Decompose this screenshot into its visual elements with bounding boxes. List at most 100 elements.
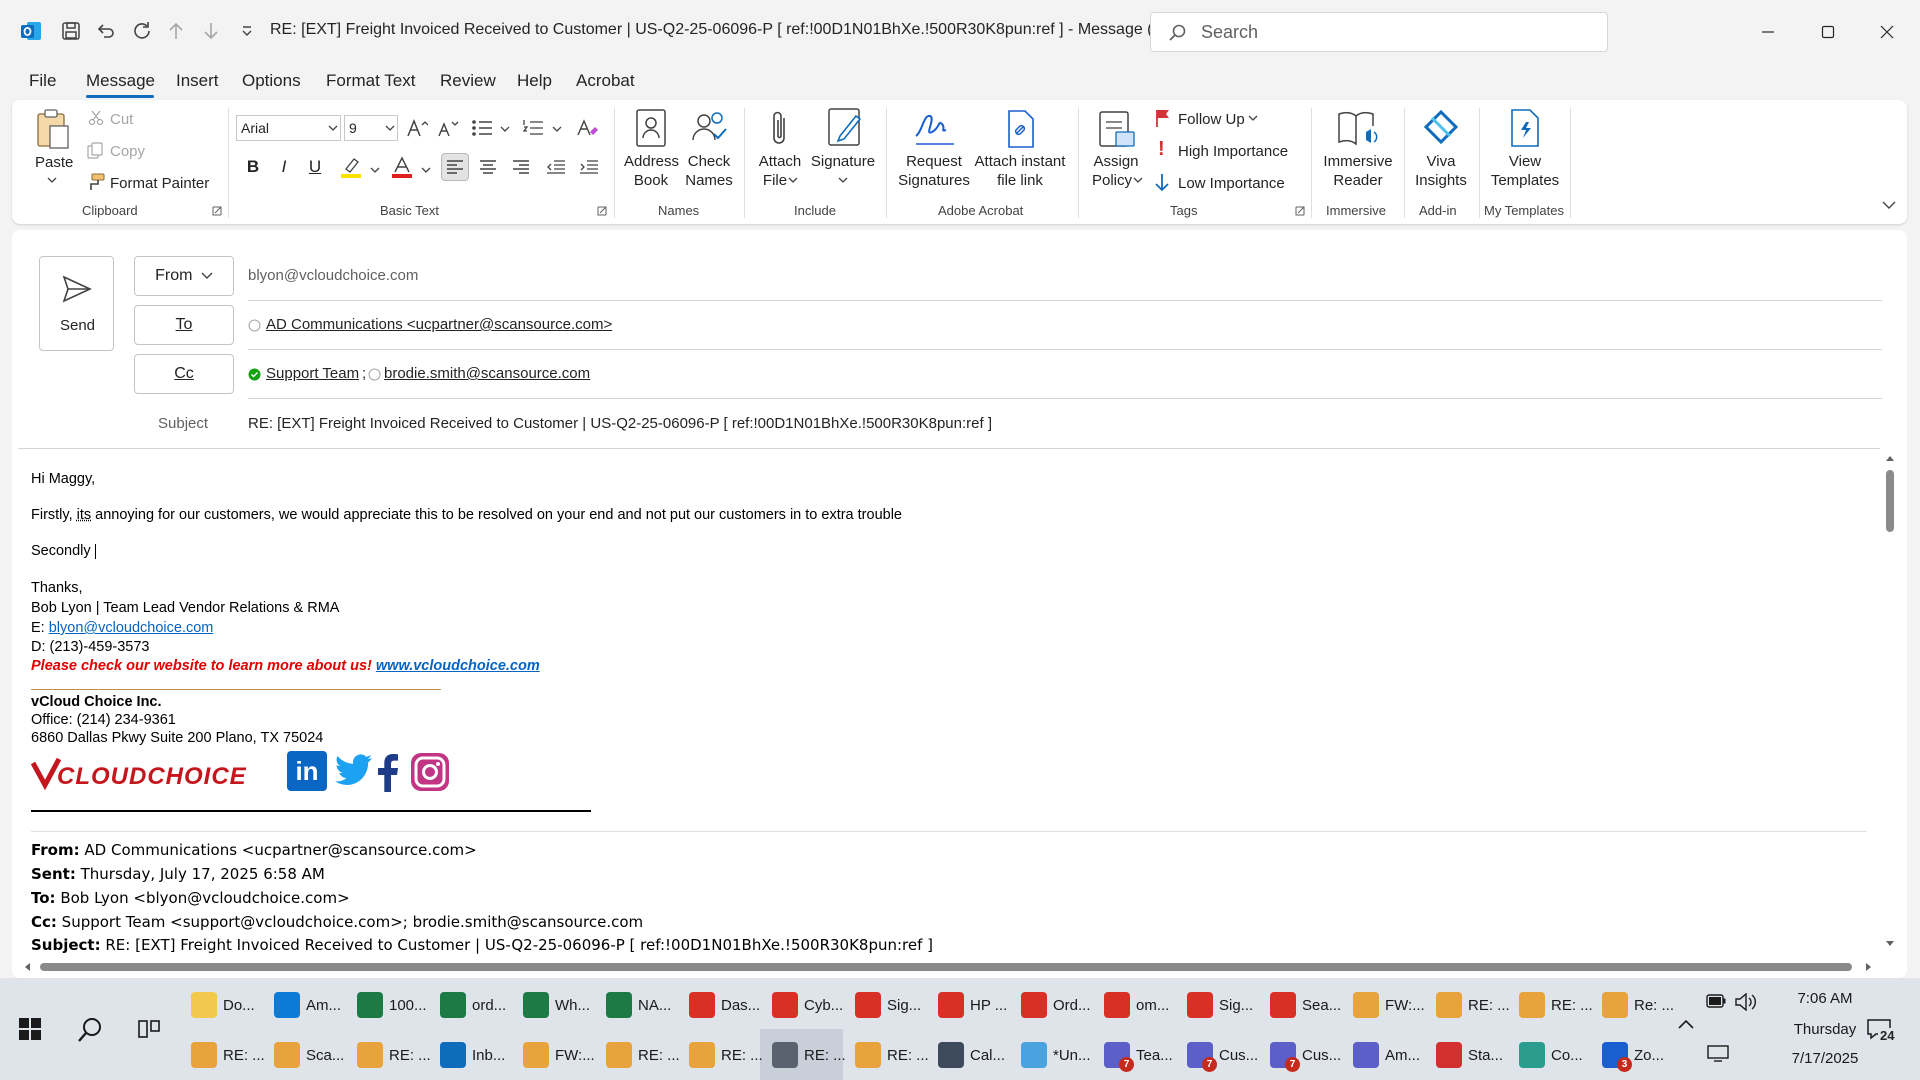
undo-icon[interactable]	[94, 19, 118, 43]
to-field[interactable]: AD Communications <ucpartner@scansource.…	[248, 316, 1882, 338]
signature-button[interactable]	[826, 106, 866, 148]
cc-recipient-2[interactable]: brodie.smith@scansource.com	[384, 365, 590, 382]
taskbar-app-button[interactable]: RE: ...	[689, 1035, 763, 1075]
taskbar-app-button[interactable]: Cyb...	[772, 985, 843, 1025]
to-button[interactable]: To	[134, 305, 234, 345]
clock-time[interactable]: 7:06 AM	[1770, 990, 1880, 1007]
cc-field[interactable]: Support Team ; brodie.smith@scansource.c…	[248, 365, 1882, 387]
twitter-icon[interactable]	[334, 753, 374, 789]
taskbar-app-button[interactable]: Cal...	[938, 1035, 1005, 1075]
chevron-down-icon[interactable]	[370, 166, 380, 174]
taskbar-app-button[interactable]: Inb...	[440, 1035, 505, 1075]
taskbar-app-button[interactable]: 100...	[357, 985, 427, 1025]
taskbar-app-button[interactable]: 7 Cus...	[1187, 1035, 1258, 1075]
redo-icon[interactable]	[130, 19, 154, 43]
task-view-icon[interactable]	[137, 1017, 161, 1041]
taskbar-app-button[interactable]: ord...	[440, 985, 506, 1025]
taskbar-app-button[interactable]: Das...	[689, 985, 760, 1025]
taskbar-app-button[interactable]: Am...	[274, 985, 341, 1025]
taskbar-app-button[interactable]: Am...	[1353, 1035, 1420, 1075]
minimize-button[interactable]	[1748, 14, 1788, 50]
chevron-down-icon[interactable]	[552, 125, 562, 133]
menu-acrobat[interactable]: Acrobat	[576, 71, 635, 91]
numbering-button[interactable]	[519, 114, 547, 142]
font-color-button[interactable]	[388, 153, 416, 181]
menu-message[interactable]: Message	[86, 71, 155, 91]
taskbar-app-button[interactable]: Ord...	[1021, 985, 1091, 1025]
chevron-down-icon[interactable]	[1248, 114, 1258, 122]
taskbar-app-button[interactable]: Sig...	[1187, 985, 1253, 1025]
bold-button[interactable]: B	[239, 153, 267, 181]
facebook-icon[interactable]	[376, 754, 400, 792]
copy-button[interactable]: Copy	[110, 142, 145, 161]
align-left-button[interactable]	[441, 153, 469, 181]
attach-instant-link-button[interactable]	[1005, 108, 1037, 150]
taskbar-app-button[interactable]: FW:...	[523, 1035, 595, 1075]
chevron-down-icon[interactable]	[788, 176, 798, 184]
horizontal-scrollbar[interactable]	[20, 957, 1880, 977]
maximize-button[interactable]	[1808, 14, 1848, 50]
chevron-down-icon[interactable]	[47, 176, 57, 184]
from-value[interactable]: blyon@vcloudchoice.com	[248, 267, 418, 284]
taskbar-app-button[interactable]: RE: ...	[606, 1035, 680, 1075]
increase-indent-button[interactable]	[575, 153, 603, 181]
taskbar-app-button[interactable]: Sea...	[1270, 985, 1341, 1025]
customize-quick-access-icon[interactable]	[235, 19, 259, 43]
menu-options[interactable]: Options	[242, 71, 301, 91]
immersive-reader-button[interactable]	[1336, 108, 1380, 148]
taskbar-app-button[interactable]: *Un...	[1021, 1035, 1091, 1075]
assign-policy-button[interactable]	[1096, 108, 1138, 150]
send-button[interactable]: Send	[39, 256, 114, 351]
linkedin-icon[interactable]: in	[287, 751, 327, 791]
taskbar-app-button[interactable]: RE: ...	[855, 1035, 929, 1075]
taskbar-app-button[interactable]: Re: ...	[1602, 985, 1674, 1025]
menu-format-text[interactable]: Format Text	[326, 71, 415, 91]
taskbar-app-button[interactable]: om...	[1104, 985, 1169, 1025]
taskbar-app-button[interactable]: Do...	[191, 985, 255, 1025]
signature-website-link[interactable]: www.vcloudchoice.com	[376, 658, 540, 674]
align-center-button[interactable]	[474, 153, 502, 181]
request-signatures-button[interactable]	[912, 108, 958, 150]
grow-font-button[interactable]	[403, 114, 431, 142]
bullets-button[interactable]	[468, 114, 496, 142]
scroll-left-icon[interactable]	[23, 962, 31, 972]
italic-button[interactable]: I	[270, 153, 298, 181]
paste-button[interactable]	[34, 108, 72, 152]
save-icon[interactable]	[59, 19, 83, 43]
vertical-scroll-thumb[interactable]	[1886, 470, 1894, 532]
cc-recipient-1[interactable]: Support Team	[266, 365, 359, 382]
font-family-select[interactable]: Arial	[236, 115, 341, 141]
instagram-icon[interactable]	[409, 751, 451, 793]
arrow-up-icon[interactable]	[164, 19, 188, 43]
clear-formatting-button[interactable]	[573, 114, 601, 142]
chevron-down-icon[interactable]	[500, 125, 510, 133]
subject-input[interactable]: RE: [EXT] Freight Invoiced Received to C…	[248, 415, 992, 432]
underline-button[interactable]: U	[301, 153, 329, 181]
menu-review[interactable]: Review	[440, 71, 496, 91]
chevron-down-icon[interactable]	[838, 176, 848, 184]
dialog-launcher-icon[interactable]	[212, 206, 222, 216]
scroll-up-icon[interactable]	[1885, 454, 1895, 462]
network-icon[interactable]	[1706, 1044, 1730, 1062]
cut-button[interactable]: Cut	[110, 110, 133, 129]
taskbar-app-button[interactable]: Wh...	[523, 985, 590, 1025]
taskbar-app-button[interactable]: 7 Cus...	[1270, 1035, 1341, 1075]
taskbar-app-button[interactable]: RE: ...	[1436, 985, 1510, 1025]
clock-date[interactable]: 7/17/2025	[1770, 1050, 1880, 1067]
dialog-launcher-icon[interactable]	[597, 206, 607, 216]
taskbar-app-button[interactable]: Co...	[1519, 1035, 1583, 1075]
menu-file[interactable]: File	[29, 71, 56, 91]
follow-up-button[interactable]: Follow Up	[1178, 110, 1245, 129]
taskbar-app-button[interactable]: FW:...	[1353, 985, 1425, 1025]
dialog-launcher-icon[interactable]	[1295, 206, 1305, 216]
high-importance-button[interactable]: High Importance	[1178, 142, 1288, 161]
taskbar-app-button[interactable]: Sta...	[1436, 1035, 1503, 1075]
viva-insights-button[interactable]	[1420, 106, 1462, 148]
scroll-down-icon[interactable]	[1885, 940, 1895, 948]
chevron-down-icon[interactable]	[421, 166, 431, 174]
highlight-button[interactable]	[337, 153, 365, 181]
taskbar-app-button[interactable]: Sig...	[855, 985, 921, 1025]
view-templates-button[interactable]	[1508, 108, 1542, 148]
volume-icon[interactable]	[1734, 993, 1758, 1011]
close-button[interactable]	[1867, 14, 1907, 50]
